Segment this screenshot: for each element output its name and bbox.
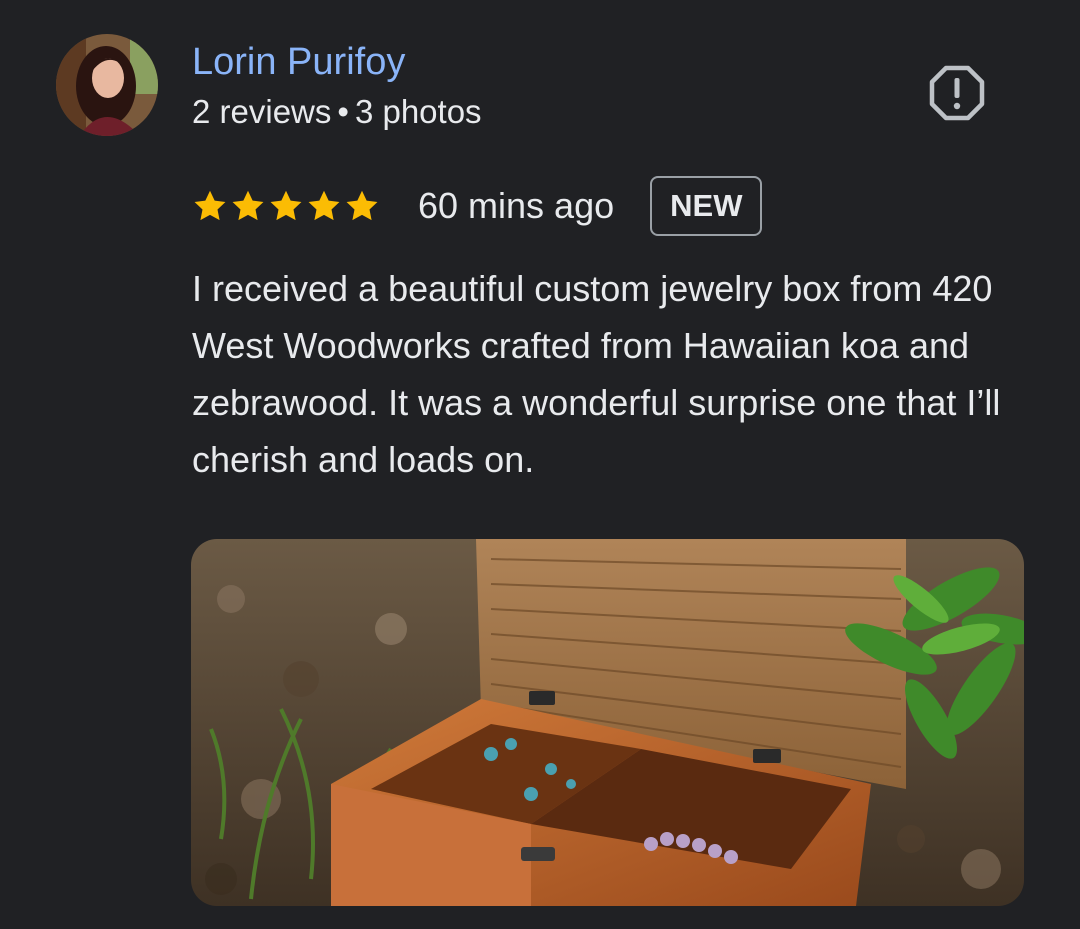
star-icon: [346, 190, 378, 221]
review-photo[interactable]: [191, 539, 1024, 906]
star-rating: [192, 188, 382, 224]
author-stats: 2 reviews • 3 photos: [192, 90, 482, 134]
review-time: 60 mins ago: [418, 185, 615, 226]
rating-row: 60 mins ago NEW: [192, 174, 763, 238]
star-icon: [232, 190, 264, 221]
star-icon: [308, 190, 340, 221]
photo-count: 3 photos: [354, 93, 482, 130]
review-card: Lorin Purifoy 2 reviews • 3 photos 60 mins…: [0, 0, 1080, 929]
review-count: 2 reviews: [192, 93, 332, 130]
meta-separator: •: [337, 93, 349, 130]
star-icon: [194, 190, 226, 221]
new-badge: NEW: [650, 176, 763, 236]
review-text: I received a beautiful custom jewelry bo…: [192, 268, 1001, 480]
author-name[interactable]: Lorin Purifoy: [192, 38, 405, 86]
author-avatar[interactable]: [56, 34, 158, 136]
report-button[interactable]: [928, 64, 986, 122]
star-icon: [270, 190, 302, 221]
report-flag-icon: [929, 65, 985, 121]
